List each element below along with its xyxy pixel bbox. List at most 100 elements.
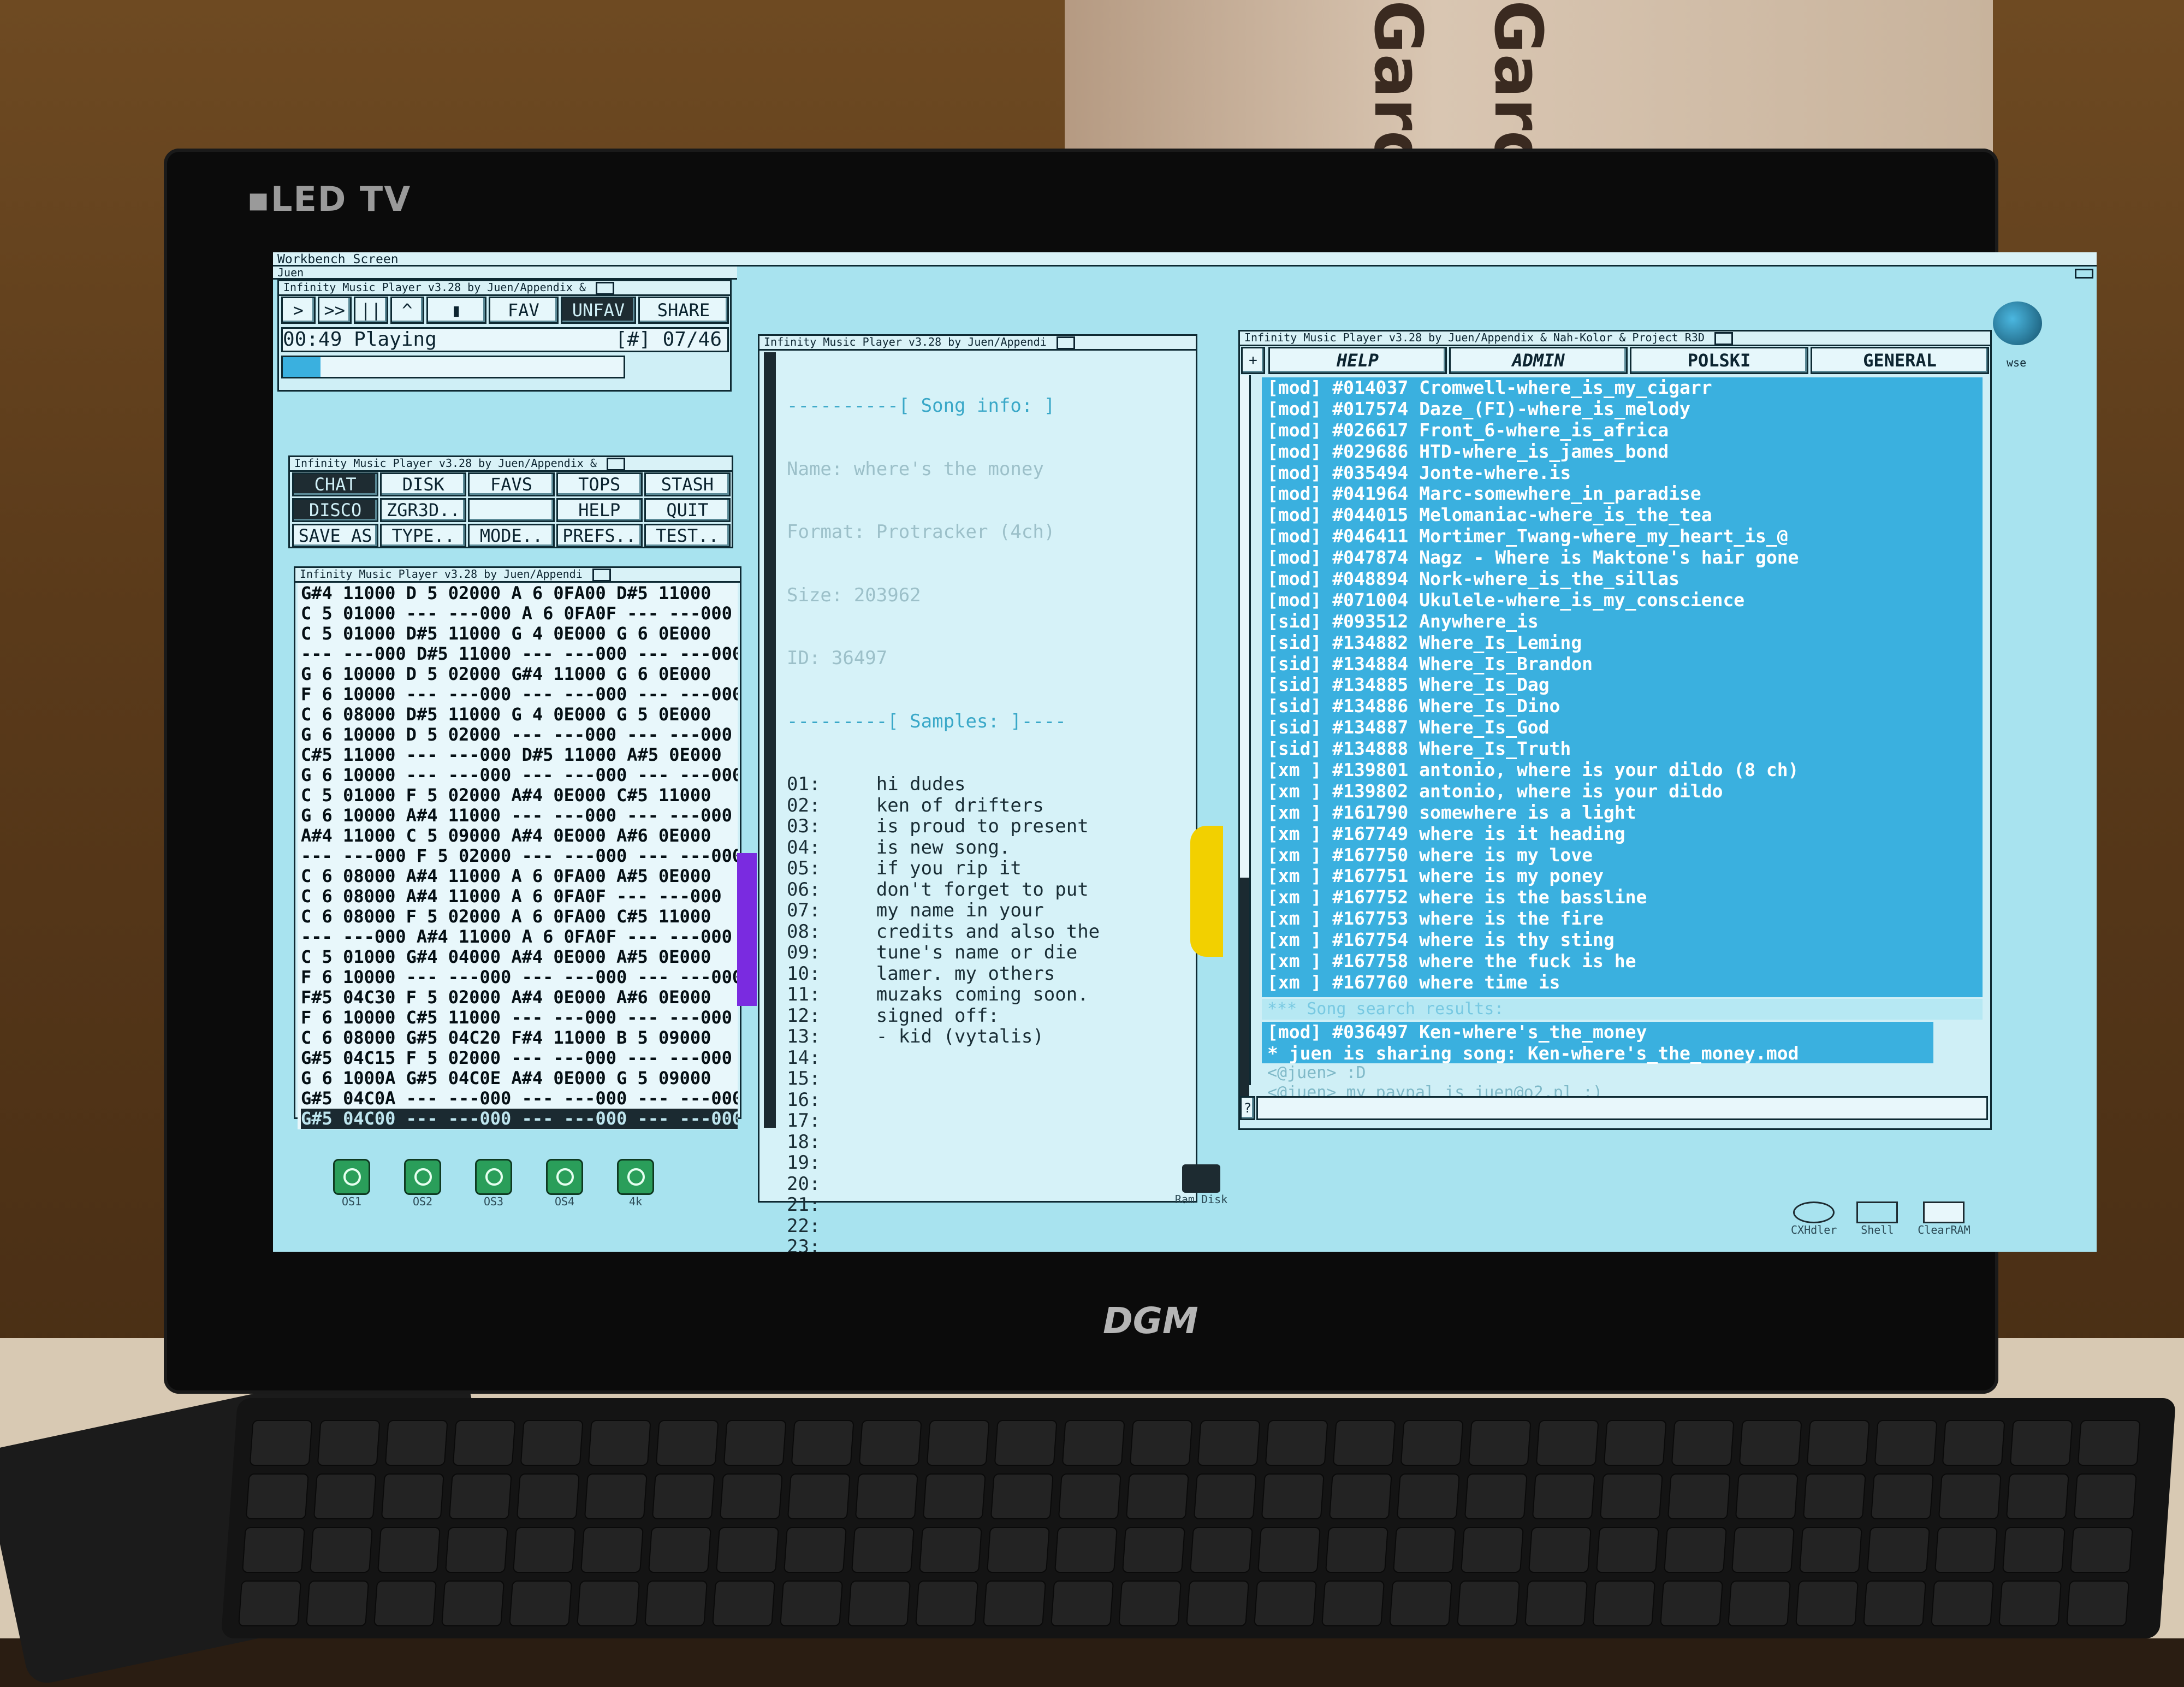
search-result-item[interactable]: [sid] #134885 Where_Is_Dag xyxy=(1262,674,1983,696)
pattern-row[interactable]: C 5 01000 --- ---000 A 6 0FA0F --- ---00… xyxy=(301,603,738,624)
eject-button[interactable]: ^ xyxy=(390,297,424,324)
pattern-row[interactable]: C 6 08000 A#4 11000 A 6 0FA0F --- ---000 xyxy=(301,886,738,907)
search-result-item[interactable]: [mod] #014037 Cromwell-where_is_my_cigar… xyxy=(1262,377,1983,399)
depth-gadget-icon[interactable] xyxy=(592,568,611,581)
pattern-row[interactable]: G#5 04C0A --- ---000 --- ---000 --- ---0… xyxy=(301,1088,738,1109)
pattern-row[interactable]: G#5 04C00 --- ---000 --- ---000 --- ---0… xyxy=(301,1109,738,1129)
search-result-item[interactable]: [mod] #048894 Nork-where_is_the_sillas xyxy=(1262,569,1983,590)
save-as-button[interactable]: SAVE AS xyxy=(292,524,379,548)
chat-scrollbar-track[interactable] xyxy=(1240,375,1251,1096)
pattern-row[interactable]: G 6 10000 D 5 02000 G#4 11000 G 6 0E000 xyxy=(301,664,738,684)
search-result-item[interactable]: [mod] #046411 Mortimer_Twang-where_my_he… xyxy=(1262,526,1983,547)
search-result-item[interactable]: [sid] #134887 Where_Is_God xyxy=(1262,717,1983,738)
progress-bar[interactable] xyxy=(281,356,625,378)
drive-item[interactable]: OS3 xyxy=(475,1159,512,1208)
search-result-item[interactable]: [mod] #029686 HTD-where_is_james_bond xyxy=(1262,441,1983,463)
disk-drive-icon[interactable] xyxy=(475,1159,512,1195)
found-song[interactable]: [mod] #036497 Ken-where's_the_money xyxy=(1262,1022,1933,1043)
search-result-item[interactable]: [xm ] #139802 antonio, where is your dil… xyxy=(1262,781,1983,802)
pattern-row[interactable]: F 6 10000 --- ---000 --- ---000 --- ---0… xyxy=(301,967,738,987)
juen-window-bar[interactable]: Juen xyxy=(273,267,737,280)
share-button[interactable]: SHARE xyxy=(638,297,729,324)
depth-gadget-icon[interactable] xyxy=(1714,332,1733,345)
chat-scrollbar-thumb[interactable] xyxy=(1240,878,1249,1096)
shell-icon[interactable] xyxy=(1856,1201,1898,1223)
favs-button[interactable]: FAVS xyxy=(468,472,555,496)
test-button[interactable]: TEST.. xyxy=(644,524,731,548)
info-titlebar[interactable]: Infinity Music Player v3.28 by Juen/Appe… xyxy=(759,336,1196,351)
search-result-item[interactable]: [xm ] #167758 where the fuck is he xyxy=(1262,951,1983,972)
pattern-row[interactable]: --- ---000 A#4 11000 A 6 0FA0F --- ---00… xyxy=(301,927,738,947)
search-result-item[interactable]: [xm ] #167760 where time is xyxy=(1262,972,1983,993)
clearram-icon[interactable] xyxy=(1923,1201,1965,1223)
search-result-item[interactable]: [sid] #134886 Where_Is_Dino xyxy=(1262,696,1983,717)
search-result-item[interactable]: [xm ] #139801 antonio, where is your dil… xyxy=(1262,760,1983,781)
zgr3d-button[interactable]: ZGR3D.. xyxy=(380,498,467,522)
pattern-row[interactable]: F#5 04C30 F 5 02000 A#4 0E000 A#6 0E000 xyxy=(301,987,738,1008)
search-result-item[interactable]: [xm ] #161790 somewhere is a light xyxy=(1262,802,1983,824)
search-result-item[interactable]: [mod] #035494 Jonte-where.is xyxy=(1262,463,1983,484)
fav-button[interactable]: FAV xyxy=(488,297,559,324)
menu-titlebar[interactable]: Infinity Music Player v3.28 by Juen/Appe… xyxy=(290,457,732,472)
drive-item[interactable]: OS2 xyxy=(404,1159,441,1208)
tab-polski[interactable]: POLSKI xyxy=(1630,347,1808,374)
depth-gadget-icon[interactable] xyxy=(1056,336,1075,349)
search-result-item[interactable]: [xm ] #167754 where is thy sting xyxy=(1262,930,1983,951)
pattern-row[interactable]: G 6 10000 --- ---000 --- ---000 --- ---0… xyxy=(301,765,738,785)
disk-drive-icon[interactable] xyxy=(333,1159,370,1195)
pattern-row[interactable]: C 5 01000 F 5 02000 A#4 0E000 C#5 11000 xyxy=(301,785,738,806)
depth-gadget-icon[interactable] xyxy=(606,457,625,470)
workbench-titlebar[interactable]: Workbench Screen xyxy=(273,252,2097,267)
pattern-row[interactable]: --- ---000 D#5 11000 --- ---000 --- ---0… xyxy=(301,644,738,664)
disco-button[interactable]: DISCO xyxy=(292,498,379,522)
prefs-button[interactable]: PREFS.. xyxy=(556,524,643,548)
browser-globe-icon[interactable] xyxy=(1993,301,2042,345)
drive-item[interactable]: OS4 xyxy=(546,1159,583,1208)
search-result-item[interactable]: [sid] #134884 Where_Is_Brandon xyxy=(1262,654,1983,675)
depth-gadget-icon[interactable] xyxy=(595,281,614,294)
search-result-item[interactable]: [sid] #093512 Anywhere_is xyxy=(1262,611,1983,632)
pattern-row[interactable]: C 5 01000 D#5 11000 G 4 0E000 G 6 0E000 xyxy=(301,624,738,644)
search-result-item[interactable]: [xm ] #167751 where is my poney xyxy=(1262,866,1983,887)
pattern-titlebar[interactable]: Infinity Music Player v3.28 by Juen/Appe… xyxy=(295,568,740,583)
search-result-item[interactable]: [mod] #026617 Front_6-where_is_africa xyxy=(1262,420,1983,441)
pattern-row[interactable]: G 6 10000 A#4 11000 --- ---000 --- ---00… xyxy=(301,806,738,826)
chat-button[interactable]: CHAT xyxy=(292,472,379,496)
tab-help[interactable]: HELP xyxy=(1268,347,1447,374)
pattern-row[interactable]: G#4 11000 D 5 02000 A 6 0FA00 D#5 11000 xyxy=(301,583,738,603)
drive-item[interactable]: 4k xyxy=(617,1159,654,1208)
search-result-item[interactable]: [sid] #134882 Where_Is_Leming xyxy=(1262,632,1983,654)
disk-button[interactable]: DISK xyxy=(380,472,467,496)
info-scrollbar[interactable] xyxy=(764,352,776,1128)
search-result-item[interactable]: [mod] #017574 Daze_(FI)-where_is_melody xyxy=(1262,399,1983,420)
pattern-row[interactable]: G 6 10000 D 5 02000 --- ---000 --- ---00… xyxy=(301,725,738,745)
drive-item[interactable]: OS1 xyxy=(333,1159,370,1208)
disk-drive-icon[interactable] xyxy=(617,1159,654,1195)
search-result-item[interactable]: [xm ] #167752 where is the bassline xyxy=(1262,887,1983,908)
pattern-row[interactable]: C 6 08000 D#5 11000 G 4 0E000 G 5 0E000 xyxy=(301,705,738,725)
pause-button[interactable]: || xyxy=(354,297,388,324)
add-tab-button[interactable]: + xyxy=(1241,347,1265,374)
ram-disk-icon[interactable] xyxy=(1182,1164,1220,1193)
ram-disk-item[interactable]: Ram Disk xyxy=(1168,1164,1234,1206)
cxhdler-icon[interactable] xyxy=(1793,1201,1835,1223)
screen-depth-gadget-icon[interactable] xyxy=(2075,269,2093,279)
pattern-view[interactable]: G#4 11000 D 5 02000 A 6 0FA00 D#5 11000 C… xyxy=(298,583,738,1129)
clearram-item[interactable]: ClearRAM xyxy=(1918,1201,1971,1236)
search-result-item[interactable]: [mod] #044015 Melomaniac-where_is_the_te… xyxy=(1262,505,1983,526)
pattern-row[interactable]: C 5 01000 G#4 04000 A#4 0E000 A#5 0E000 xyxy=(301,947,738,967)
cxhdler-item[interactable]: CXHdler xyxy=(1791,1201,1837,1236)
pattern-row[interactable]: C 6 08000 G#5 04C20 F#4 11000 B 5 09000 xyxy=(301,1028,738,1048)
disk-drive-icon[interactable] xyxy=(404,1159,441,1195)
empty-button[interactable] xyxy=(468,498,555,522)
shell-item[interactable]: Shell xyxy=(1856,1201,1898,1236)
pattern-row[interactable]: F 6 10000 --- ---000 --- ---000 --- ---0… xyxy=(301,684,738,705)
stop-button[interactable]: ▮ xyxy=(426,297,486,324)
search-result-item[interactable]: [mod] #041964 Marc-somewhere_in_paradise xyxy=(1262,483,1983,505)
search-result-item[interactable]: [mod] #047874 Nagz - Where is Maktone's … xyxy=(1262,547,1983,569)
help-prompt-icon[interactable]: ? xyxy=(1240,1096,1255,1120)
search-result-item[interactable]: [xm ] #167750 where is my love xyxy=(1262,845,1983,866)
search-result-item[interactable]: [xm ] #167753 where is the fire xyxy=(1262,908,1983,930)
search-result-item[interactable]: [mod] #071004 Ukulele-where_is_my_consci… xyxy=(1262,590,1983,611)
next-button[interactable]: >> xyxy=(317,297,352,324)
